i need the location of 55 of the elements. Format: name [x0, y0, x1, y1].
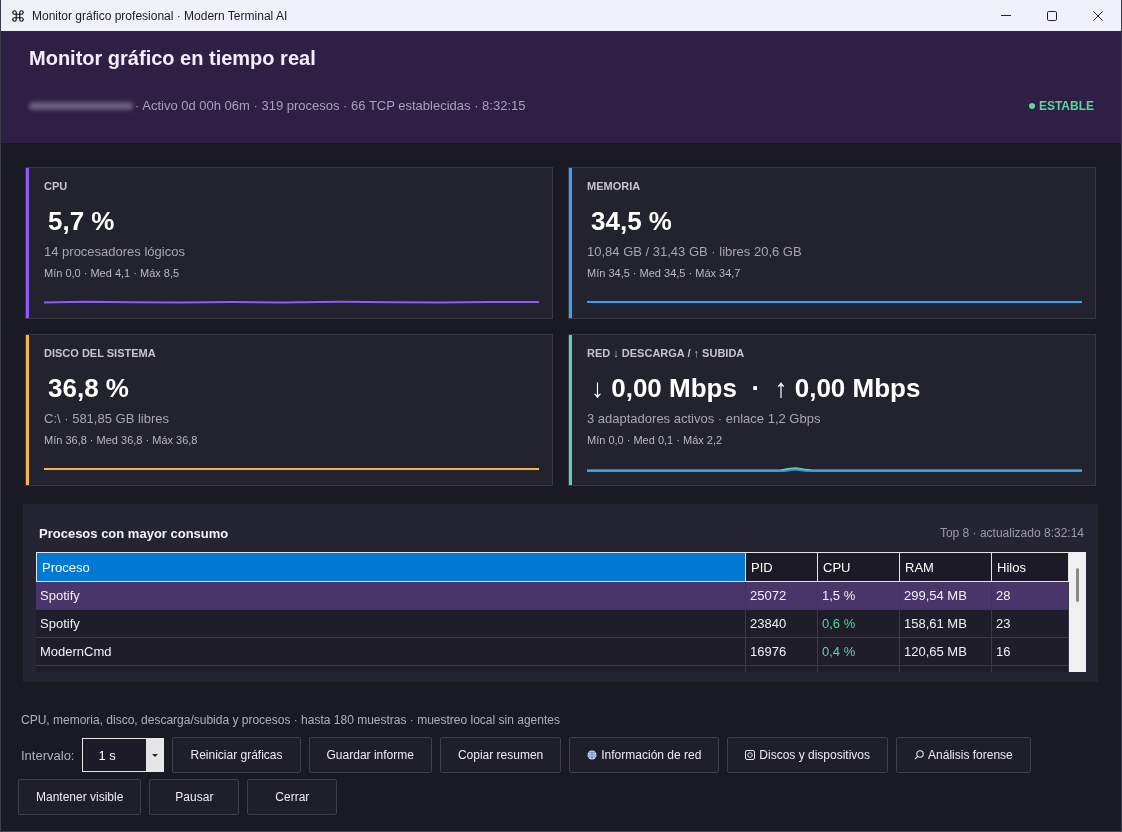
card-detail: 10,84 GB / 31,43 GB · libres 20,6 GB — [587, 244, 802, 260]
disk-icon — [745, 750, 756, 760]
minimize-icon — [1001, 15, 1011, 16]
card-range: Mín 36,8 · Med 36,8 · Máx 36,8 — [44, 434, 198, 447]
close-icon — [1093, 10, 1103, 21]
scrollbar[interactable] — [1069, 552, 1086, 672]
table-cell: ModernCmd — [36, 638, 746, 666]
status-line: · Activo 0d 00h 06m · 319 procesos · 66 TCP establecidas · 8:32:15 — [135, 98, 526, 113]
action-button[interactable]: Reiniciar gráficas — [172, 737, 301, 773]
status-label: ESTABLE — [1038, 98, 1094, 113]
action-button[interactable]: Copiar resumen — [439, 737, 562, 773]
table-row[interactable]: Spotify 23840 0,6 % 158,61 MB 23 — [36, 610, 1069, 638]
page-title: Monitor gráfico en tiempo real — [29, 46, 316, 70]
interval-select[interactable]: 1 s — [82, 738, 165, 772]
panel-meta: Top 8 · actualizado 8:32:14 — [939, 526, 1084, 540]
column-header[interactable]: PID — [746, 552, 818, 582]
card-label: RED ↓ DESCARGA / ↑ SUBIDA — [587, 346, 745, 360]
action-button[interactable]: Cerrar — [247, 779, 338, 815]
card-value: 34,5 % — [591, 205, 672, 237]
caret-icon — [152, 753, 158, 757]
column-header[interactable]: CPU — [818, 552, 900, 582]
card-label: CPU — [44, 179, 68, 193]
action-button[interactable]: Discos y dispositivos — [727, 737, 889, 773]
window-title: Monitor gráfico profesional · Modern Terminal AI — [32, 8, 288, 23]
card-value: 5,7 % — [48, 205, 115, 237]
maximize-icon — [1047, 10, 1057, 21]
column-header[interactable]: Hilos — [992, 552, 1069, 582]
globe-icon — [587, 750, 598, 760]
card-value: 36,8 % — [48, 372, 129, 404]
table-cell: 120,65 MB — [900, 638, 992, 666]
table-cell: 16976 — [746, 638, 818, 666]
interval-label: Intervalo: — [21, 747, 75, 763]
panel-title: Procesos con mayor consumo — [39, 525, 229, 541]
card-value: ↓ 0,00 Mbps · ↑ 0,00 Mbps — [591, 372, 921, 404]
action-button[interactable]: Información de red — [569, 737, 720, 773]
search-icon — [914, 750, 925, 760]
card-range: Mín 0,0 · Med 0,1 · Máx 2,2 — [587, 434, 723, 447]
card-range: Mín 0,0 · Med 4,1 · Máx 8,5 — [44, 267, 180, 280]
column-header[interactable]: RAM — [900, 552, 992, 582]
table-cell: 0,4 % — [818, 638, 900, 666]
command-icon — [11, 8, 25, 23]
action-button[interactable]: Guardar informe — [308, 737, 432, 773]
action-button[interactable]: Análisis forense — [896, 737, 1031, 773]
card-label: DISCO DEL SISTEMA — [44, 346, 156, 360]
card-range: Mín 34,5 · Med 34,5 · Máx 34,7 — [587, 267, 741, 280]
card-detail: 14 procesadores lógicos — [44, 244, 185, 260]
footer-note: CPU, memoria, disco, descarga/subida y procesos · hasta 180 muestras · muestreo local sin agentes — [21, 713, 560, 727]
table-row[interactable]: ModernCmd 16976 0,4 % 120,65 MB 16 — [36, 638, 1069, 666]
action-button[interactable]: Mantener visible — [18, 779, 142, 815]
column-header[interactable]: Proceso — [36, 552, 746, 582]
card-label: MEMORIA — [587, 179, 641, 193]
card-detail: C:\ · 581,85 GB libres — [44, 411, 169, 427]
table-row[interactable]: Spotify 25072 1,5 % 299,54 MB 28 — [36, 582, 1069, 610]
action-button[interactable]: Pausar — [149, 779, 240, 815]
card-detail: 3 adaptadores activos · enlace 1,2 Gbps — [587, 411, 821, 427]
